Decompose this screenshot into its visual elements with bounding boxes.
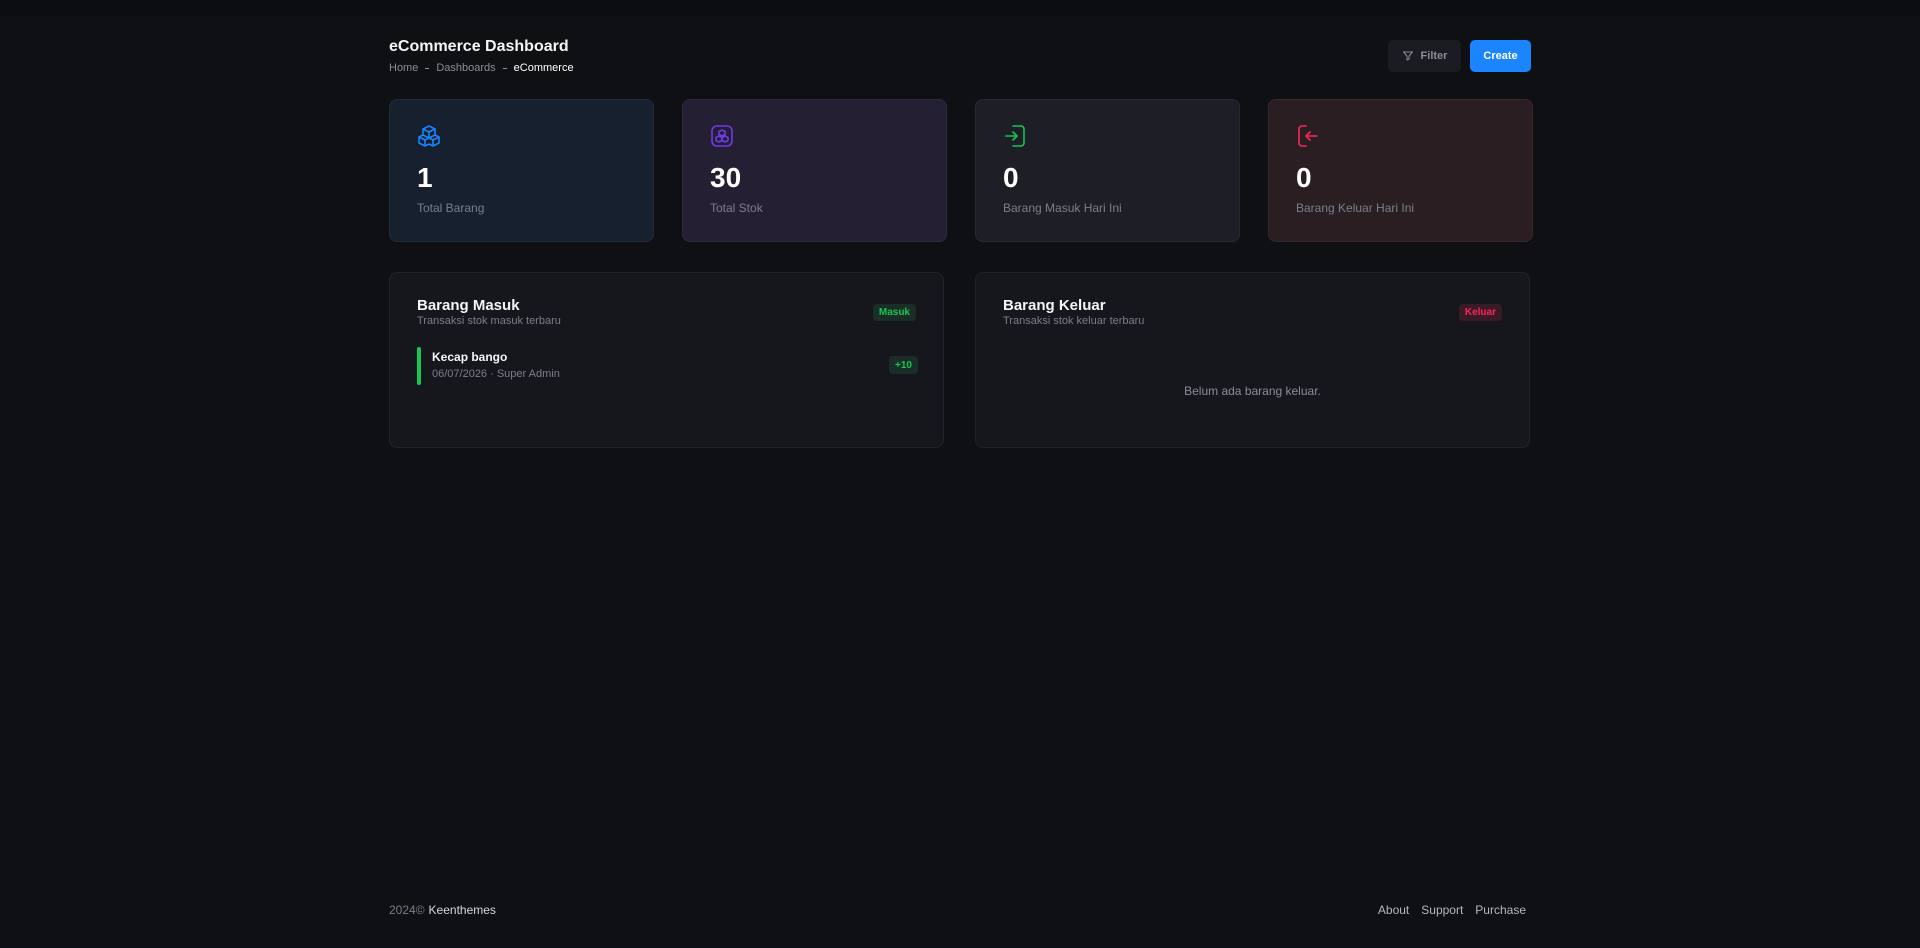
filter-icon [1402,51,1413,61]
panel-title: Barang Keluar [1003,297,1106,314]
footer-brand-link[interactable]: Keenthemes [429,903,496,917]
empty-state-text: Belum ada barang keluar. [1184,384,1321,398]
stock-icon [711,125,733,147]
stat-value: 0 [1296,162,1312,193]
stat-value: 0 [1003,162,1019,193]
item-meta: 06/07/2026 · Super Admin [432,368,560,380]
status-badge-keluar: Keluar [1458,304,1502,321]
status-indicator-bar [417,347,421,385]
status-badge-masuk: Masuk [872,304,916,321]
filter-label: Filter [1420,50,1448,62]
page-container: eCommerce Dashboard Home Dashboards eCom… [389,0,1533,948]
logout-icon [1298,125,1318,147]
footer-link-support[interactable]: Support [1421,903,1463,917]
stat-card-barang-keluar: 0 Barang Keluar Hari Ini [1268,99,1533,242]
quantity-badge: +10 [889,356,918,374]
stat-label: Total Barang [417,201,485,215]
panel-title: Barang Masuk [417,297,520,314]
outgoing-panel: Barang Keluar Transaksi stok keluar terb… [975,272,1530,448]
panel-subtitle: Transaksi stok masuk terbaru [417,315,561,327]
breadcrumb-home[interactable]: Home [389,62,418,74]
list-item[interactable]: Kecap bango 06/07/2026 · Super Admin +10 [417,347,918,385]
footer-year: 2024© [389,903,425,917]
footer-copyright: 2024© Keenthemes [389,903,496,917]
item-name: Kecap bango [432,350,508,364]
incoming-panel: Barang Masuk Transaksi stok masuk terbar… [389,272,944,448]
footer-links: About Support Purchase [1378,903,1526,917]
breadcrumb-current: eCommerce [513,62,574,74]
footer-link-about[interactable]: About [1378,903,1409,917]
footer-link-purchase[interactable]: Purchase [1475,903,1526,917]
panel-subtitle: Transaksi stok keluar terbaru [1003,315,1145,327]
stat-value: 30 [710,162,742,193]
breadcrumb-separator [425,67,430,69]
stat-label: Barang Masuk Hari Ini [1003,201,1122,215]
stat-card-total-barang: 1 Total Barang [389,99,654,242]
breadcrumb-dashboards[interactable]: Dashboards [436,62,495,74]
login-icon [1005,125,1025,147]
page-title: eCommerce Dashboard [389,38,569,55]
boxes-icon [418,125,440,147]
create-button[interactable]: Create [1470,40,1531,72]
filter-button[interactable]: Filter [1388,40,1461,72]
stat-card-total-stok: 30 Total Stok [682,99,947,242]
stat-label: Barang Keluar Hari Ini [1296,201,1415,215]
stat-label: Total Stok [710,201,763,215]
stat-value: 1 [417,162,433,193]
stat-card-barang-masuk: 0 Barang Masuk Hari Ini [975,99,1240,242]
breadcrumb-separator [502,67,507,69]
breadcrumb: Home Dashboards eCommerce [389,62,574,74]
